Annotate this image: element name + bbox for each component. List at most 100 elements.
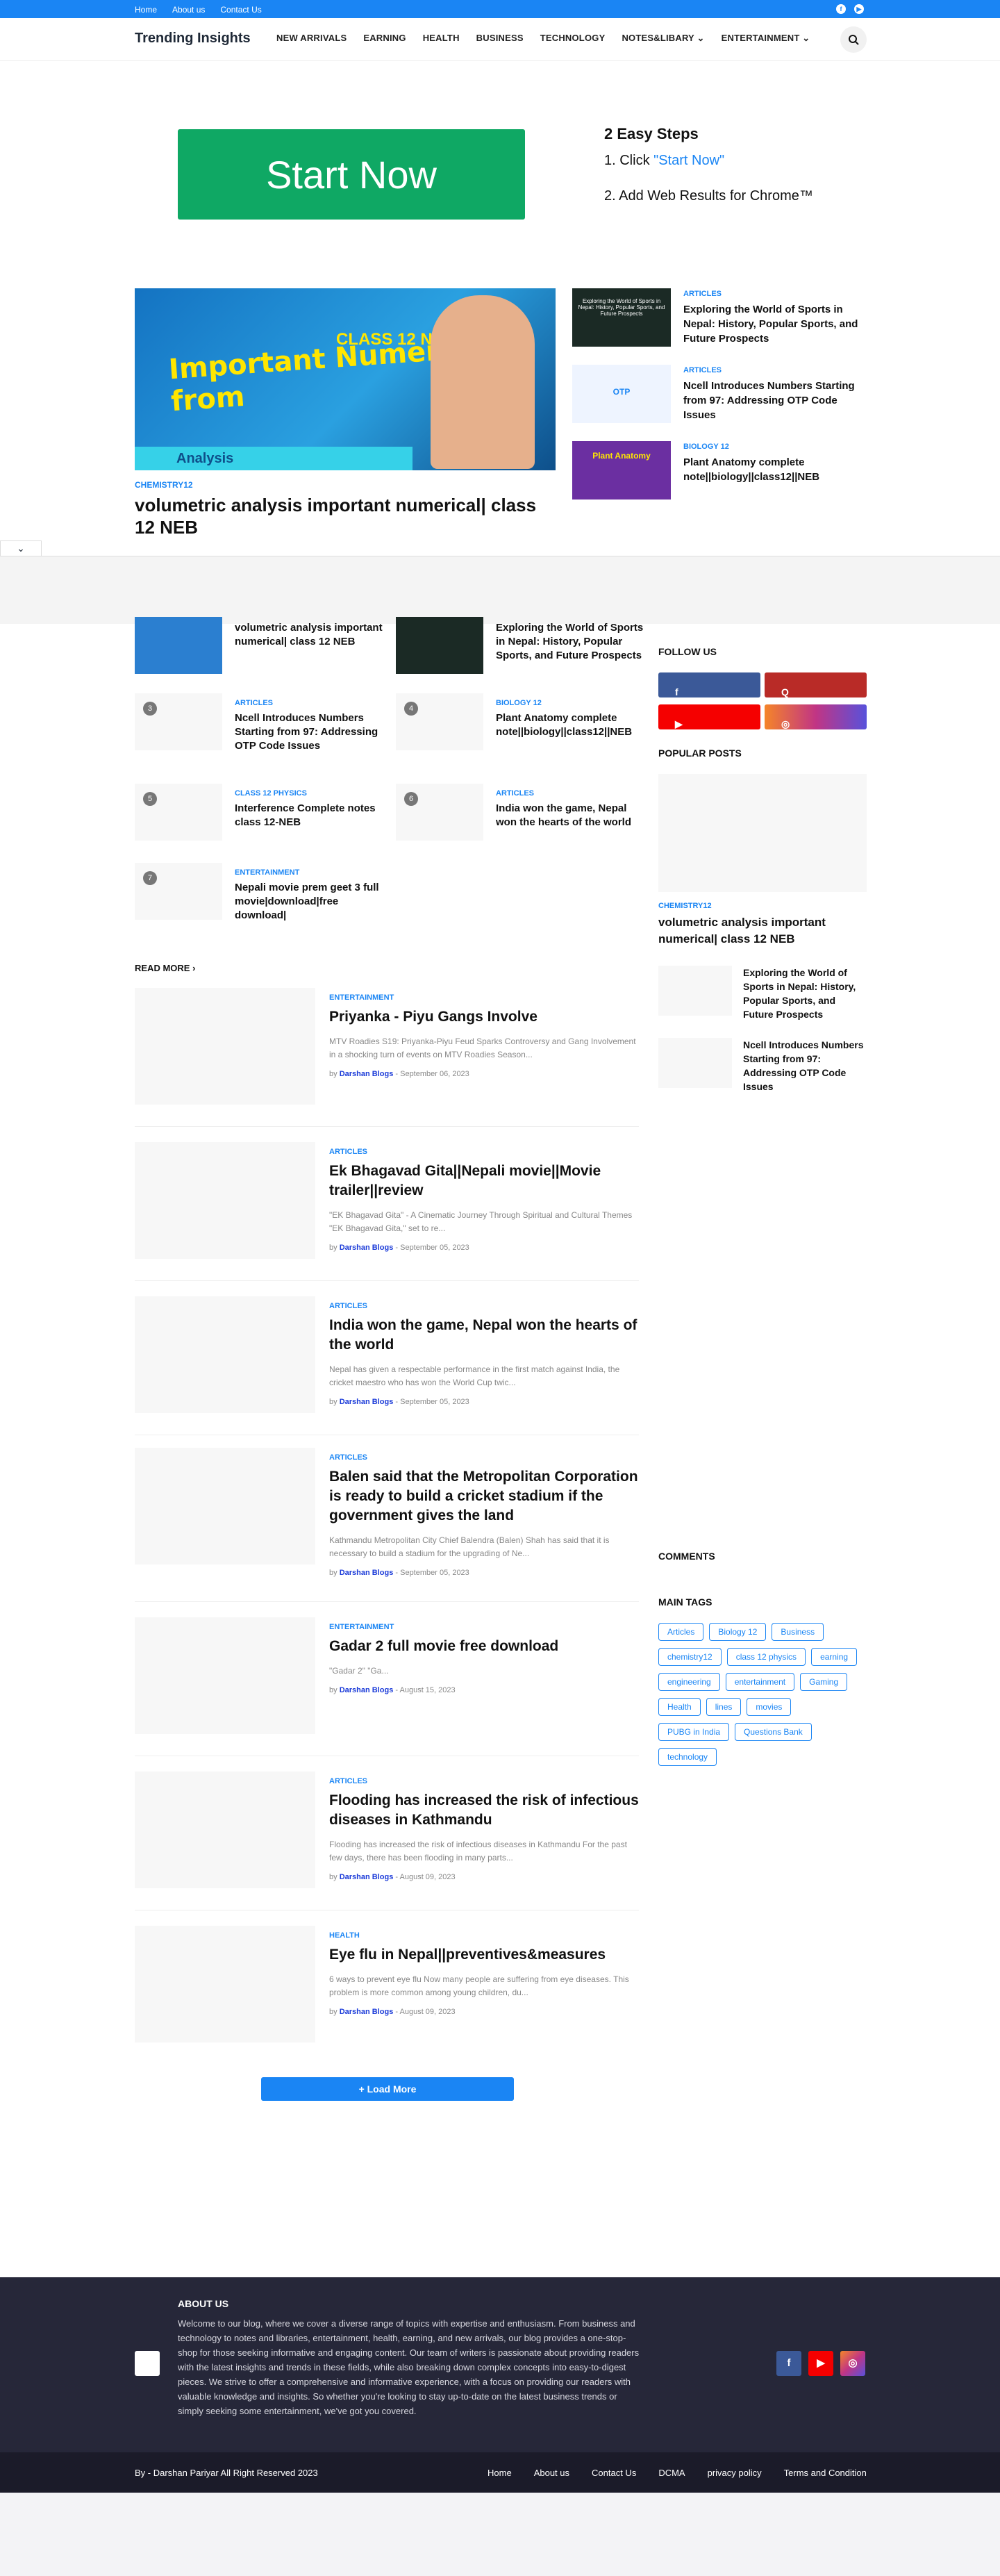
footer-link-privacy[interactable]: privacy policy — [708, 2468, 762, 2478]
grid-thumb[interactable] — [396, 617, 483, 674]
footer-link-contact[interactable]: Contact Us — [592, 2468, 636, 2478]
grid-title[interactable]: Nepali movie prem geet 3 full movie|down… — [235, 881, 385, 923]
post-thumb[interactable] — [135, 1772, 315, 1888]
post-title[interactable]: Balen said that the Metropolitan Corpora… — [329, 1467, 639, 1526]
grid-category[interactable]: ARTICLES — [496, 789, 646, 798]
facebook-icon[interactable]: f — [836, 4, 846, 14]
read-more-link[interactable]: READ MORE › — [135, 963, 195, 973]
grid-category[interactable]: BIOLOGY 12 — [496, 699, 646, 707]
footer-link-home[interactable]: Home — [488, 2468, 512, 2478]
grid-thumb[interactable]: 6 — [396, 784, 483, 841]
post-category[interactable]: ENTERTAINMENT — [329, 1623, 639, 1631]
nav-health[interactable]: HEALTH — [423, 33, 460, 44]
post-thumb[interactable] — [135, 988, 315, 1105]
popular-post-category[interactable]: CHEMISTRY12 — [658, 902, 712, 910]
post-title[interactable]: Eye flu in Nepal||preventives&measures — [329, 1945, 639, 1965]
facebook-icon[interactable]: f — [776, 2351, 801, 2376]
instagram-follow-button[interactable]: ◎ — [765, 704, 867, 729]
grid-title[interactable]: Interference Complete notes class 12-NEB — [235, 802, 385, 829]
post-thumb[interactable] — [135, 1142, 315, 1259]
instagram-icon[interactable]: ◎ — [840, 2351, 865, 2376]
nav-earning[interactable]: EARNING — [363, 33, 406, 44]
nav-entertainment[interactable]: ENTERTAINMENT ⌄ — [722, 33, 810, 44]
tag-link[interactable]: Business — [772, 1623, 824, 1641]
tag-link[interactable]: class 12 physics — [726, 1648, 806, 1666]
facebook-follow-button[interactable]: f — [658, 672, 760, 697]
post-author[interactable]: Darshan Blogs — [340, 1686, 394, 1694]
popular-item-thumb[interactable] — [658, 966, 732, 1016]
side-post-thumb[interactable]: OTP — [572, 365, 671, 423]
side-post-category[interactable]: ARTICLES — [683, 366, 864, 374]
featured-image[interactable]: Important Numericals from CLASS 12 NEB A… — [135, 288, 556, 470]
post-thumb[interactable] — [135, 1448, 315, 1564]
featured-title[interactable]: volumetric analysis important numerical|… — [135, 494, 556, 538]
post-title[interactable]: Ek Bhagavad Gita||Nepali movie||Movie tr… — [329, 1162, 639, 1200]
youtube-follow-button[interactable]: ▶ — [658, 704, 760, 729]
grid-category[interactable]: ENTERTAINMENT — [235, 868, 385, 877]
top-link-home[interactable]: Home — [135, 5, 157, 15]
popular-item[interactable]: Exploring the World of Sports in Nepal: … — [658, 966, 867, 1021]
youtube-icon[interactable]: ▶ — [808, 2351, 833, 2376]
tag-link[interactable]: earning — [811, 1648, 858, 1666]
grid-thumb[interactable] — [135, 617, 222, 674]
start-now-button[interactable]: Start Now — [178, 129, 525, 220]
side-post[interactable]: Plant Anatomy BIOLOGY 12 Plant Anatomy co… — [572, 441, 864, 499]
grid-title[interactable]: Plant Anatomy complete note||biology||cl… — [496, 711, 646, 739]
post-card[interactable]: ARTICLES Flooding has increased the risk… — [135, 1772, 639, 1910]
post-category[interactable]: ARTICLES — [329, 1777, 639, 1785]
post-category[interactable]: HEALTH — [329, 1931, 639, 1940]
grid-title[interactable]: Ncell Introduces Numbers Starting from 9… — [235, 711, 385, 753]
nav-business[interactable]: BUSINESS — [476, 33, 524, 44]
tag-link[interactable]: lines — [706, 1698, 742, 1716]
popular-post-title[interactable]: volumetric analysis important numerical|… — [658, 914, 867, 948]
side-post-category[interactable]: BIOLOGY 12 — [683, 443, 864, 451]
post-card[interactable]: ARTICLES Balen said that the Metropolita… — [135, 1448, 639, 1602]
youtube-icon[interactable]: ▶ — [854, 4, 864, 14]
post-card[interactable]: ENTERTAINMENT Priyanka - Piyu Gangs Invo… — [135, 988, 639, 1127]
grid-post[interactable]: 5 CLASS 12 PHYSICS Interference Complete … — [135, 784, 385, 841]
side-post-thumb[interactable]: Exploring the World of Sports in Nepal: … — [572, 288, 671, 347]
load-more-button[interactable]: + Load More — [261, 2077, 514, 2101]
post-card[interactable]: ARTICLES Ek Bhagavad Gita||Nepali movie|… — [135, 1142, 639, 1281]
post-title[interactable]: India won the game, Nepal won the hearts… — [329, 1316, 639, 1355]
tag-link[interactable]: Health — [658, 1698, 701, 1716]
tag-link[interactable]: technology — [658, 1748, 717, 1766]
footer-link-terms[interactable]: Terms and Condition — [784, 2468, 867, 2478]
popular-item-title[interactable]: Ncell Introduces Numbers Starting from 9… — [743, 1038, 867, 1093]
tag-link[interactable]: entertainment — [725, 1673, 795, 1691]
grid-post[interactable]: volumetric analysis important numerical|… — [135, 617, 385, 674]
grid-thumb[interactable]: 7 — [135, 863, 222, 920]
footer-link-about[interactable]: About us — [534, 2468, 569, 2478]
tag-link[interactable]: Articles — [658, 1623, 704, 1641]
top-link-contact[interactable]: Contact Us — [220, 5, 261, 15]
grid-post[interactable]: 7 ENTERTAINMENT Nepali movie prem geet 3 … — [135, 863, 385, 923]
grid-post[interactable]: 6 ARTICLES India won the game, Nepal won … — [396, 784, 646, 841]
popular-post-image[interactable] — [658, 774, 867, 892]
grid-post[interactable]: 4 BIOLOGY 12 Plant Anatomy complete note|… — [396, 693, 646, 750]
tag-link[interactable]: Biology 12 — [709, 1623, 767, 1641]
side-post-category[interactable]: ARTICLES — [683, 290, 864, 298]
post-author[interactable]: Darshan Blogs — [340, 1398, 394, 1406]
nav-new-arrivals[interactable]: NEW ARRIVALS — [276, 33, 347, 44]
side-post-title[interactable]: Exploring the World of Sports in Nepal: … — [683, 302, 864, 346]
search-button[interactable] — [840, 26, 867, 53]
side-post-title[interactable]: Plant Anatomy complete note||biology||cl… — [683, 455, 864, 484]
tag-link[interactable]: Gaming — [800, 1673, 848, 1691]
tag-link[interactable]: engineering — [658, 1673, 720, 1691]
post-card[interactable]: ARTICLES India won the game, Nepal won t… — [135, 1296, 639, 1435]
side-post[interactable]: Exploring the World of Sports in Nepal: … — [572, 288, 864, 347]
post-category[interactable]: ARTICLES — [329, 1453, 639, 1462]
post-category[interactable]: ARTICLES — [329, 1302, 639, 1310]
top-link-about[interactable]: About us — [172, 5, 205, 15]
post-card[interactable]: ENTERTAINMENT Gadar 2 full movie free do… — [135, 1617, 639, 1756]
side-post-title[interactable]: Ncell Introduces Numbers Starting from 9… — [683, 379, 864, 422]
grid-post[interactable]: 3 ARTICLES Ncell Introduces Numbers Start… — [135, 693, 385, 753]
grid-category[interactable]: CLASS 12 PHYSICS — [235, 789, 385, 798]
collapse-toggle[interactable]: ⌄ — [0, 540, 42, 556]
footer-logo[interactable] — [135, 2351, 160, 2376]
featured-category[interactable]: CHEMISTRY12 — [135, 480, 556, 490]
post-author[interactable]: Darshan Blogs — [340, 2008, 394, 2016]
grid-thumb[interactable]: 4 — [396, 693, 483, 750]
quora-follow-button[interactable]: Q — [765, 672, 867, 697]
post-category[interactable]: ARTICLES — [329, 1148, 639, 1156]
